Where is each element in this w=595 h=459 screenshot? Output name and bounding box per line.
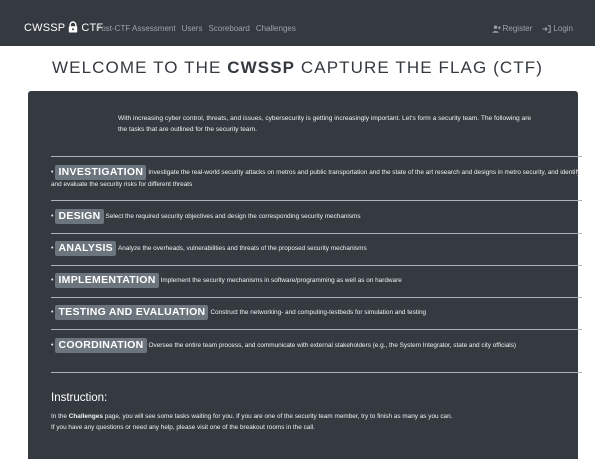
task-badge: TESTING AND EVALUATION <box>55 305 209 320</box>
divider <box>51 156 582 157</box>
tasks-panel: With increasing cyber control, threats, … <box>28 91 582 459</box>
nav-link-post-ctf-assessment[interactable]: Post-CTF Assessment <box>96 24 176 33</box>
navbar: CWSSP CTF Post-CTF Assessment Users Scor… <box>0 0 595 46</box>
register-label: Register <box>502 24 533 33</box>
task-item-design: • DESIGN Select the required security obje… <box>51 209 361 224</box>
task-badge: IMPLEMENTATION <box>55 273 159 288</box>
page-title: WELCOME TO THE CWSSP CAPTURE THE FLAG (C… <box>52 58 543 77</box>
task-badge: COORDINATION <box>55 338 147 353</box>
user-plus-icon <box>492 25 501 33</box>
nav-link-challenges[interactable]: Challenges <box>256 24 296 33</box>
task-item-testing-and-evaluation: • TESTING AND EVALUATION Construct the net… <box>51 305 427 320</box>
brand-text-left: CWSSP <box>24 22 66 34</box>
task-badge: DESIGN <box>55 209 104 224</box>
instruction-text: In the Challenges page, you will see som… <box>51 411 576 433</box>
nav-account: Register Login <box>492 24 573 33</box>
divider <box>51 372 582 373</box>
task-description: Oversee the entire team process, and com… <box>148 342 517 349</box>
divider <box>51 200 582 201</box>
challenges-link-text: Challenges <box>68 413 103 420</box>
login-link[interactable]: Login <box>542 24 573 33</box>
divider <box>51 265 582 266</box>
divider <box>51 233 582 234</box>
task-description: Select the required security objectives … <box>105 213 361 220</box>
login-label: Login <box>553 24 573 33</box>
task-badge: INVESTIGATION <box>55 165 147 180</box>
instruction-line-2: If you have any questions or need any he… <box>51 424 315 431</box>
task-description: Construct the networking- and computing-… <box>210 309 427 316</box>
divider <box>51 297 582 298</box>
nav-link-users[interactable]: Users <box>182 24 203 33</box>
task-description: Implement the security mechanisms in sof… <box>160 277 402 284</box>
task-badge: ANALYSIS <box>55 241 116 256</box>
sign-in-icon <box>542 24 552 33</box>
task-item-analysis: • ANALYSIS Analyze the overheads, vulnerab… <box>51 241 367 256</box>
divider <box>51 329 582 330</box>
brand-logo[interactable]: CWSSP CTF <box>24 21 103 34</box>
nav-link-scoreboard[interactable]: Scoreboard <box>208 24 249 33</box>
instruction-title: Instruction: <box>51 392 108 404</box>
register-link[interactable]: Register <box>492 24 533 33</box>
page-title-strong: CWSSP <box>227 58 296 77</box>
intro-text: With increasing cyber control, threats, … <box>118 115 532 133</box>
lock-icon <box>69 21 78 33</box>
task-description: Analyze the overheads, vulnerabilities a… <box>117 245 367 252</box>
nav-links: Post-CTF Assessment Users Scoreboard Cha… <box>96 24 296 33</box>
task-item-implementation: • IMPLEMENTATION Implement the security me… <box>51 273 402 288</box>
instruction-line-1: In the Challenges page, you will see som… <box>51 413 453 420</box>
task-item-coordination: • COORDINATION Oversee the entire team pro… <box>51 338 517 353</box>
task-item-investigation: • INVESTIGATION Investigate the real-world… <box>51 165 581 188</box>
